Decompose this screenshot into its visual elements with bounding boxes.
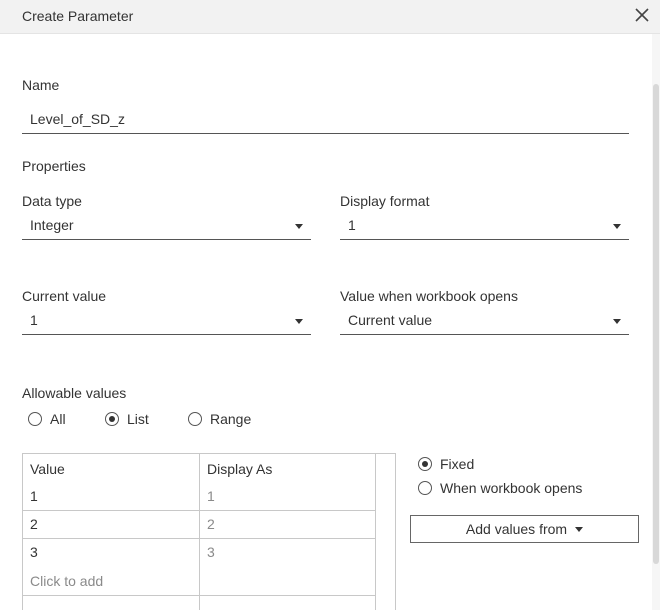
display-format-label: Display format: [340, 193, 430, 209]
radio-circle: [418, 481, 432, 495]
chevron-down-icon: [295, 319, 303, 324]
radio-circle-checked: [418, 457, 432, 471]
add-values-from-button[interactable]: Add values from: [410, 515, 639, 543]
name-input[interactable]: Level_of_SD_z: [22, 108, 629, 134]
data-type-label: Data type: [22, 193, 82, 209]
allowable-values-label: Allowable values: [22, 385, 127, 401]
current-value-label: Current value: [22, 288, 107, 304]
radio-when-workbook-opens-label: When workbook opens: [440, 480, 583, 496]
display-format-dropdown[interactable]: 1: [340, 214, 629, 240]
name-input-value: Level_of_SD_z: [30, 111, 125, 127]
close-icon[interactable]: [634, 7, 650, 23]
chevron-down-icon: [613, 319, 621, 324]
table-cell-value[interactable]: 2: [30, 516, 38, 532]
chevron-down-icon: [613, 224, 621, 229]
radio-circle-checked: [105, 412, 119, 426]
current-value-dropdown[interactable]: 1: [22, 309, 311, 335]
radio-circle: [28, 412, 42, 426]
table-cell-display[interactable]: 3: [207, 544, 215, 560]
row-divider: [23, 510, 376, 511]
properties-heading: Properties: [22, 158, 86, 174]
radio-all[interactable]: All: [28, 411, 66, 427]
dialog-title: Create Parameter: [22, 8, 134, 24]
radio-list[interactable]: List: [105, 411, 149, 427]
radio-fixed[interactable]: Fixed: [418, 456, 474, 472]
radio-all-label: All: [50, 411, 66, 427]
column-divider: [199, 454, 200, 610]
list-values-table: Value Display As 1 1 2 2 3 3 Click to ad…: [22, 453, 396, 610]
chevron-down-icon: [575, 526, 584, 532]
table-cell-display[interactable]: 1: [207, 488, 215, 504]
table-cell-value[interactable]: 3: [30, 544, 38, 560]
add-values-from-label: Add values from: [465, 521, 568, 537]
value-when-opens-label: Value when workbook opens: [340, 288, 518, 304]
radio-when-workbook-opens[interactable]: When workbook opens: [418, 480, 582, 496]
radio-range[interactable]: Range: [188, 411, 251, 427]
chevron-down-icon: [295, 224, 303, 229]
column-header-value[interactable]: Value: [30, 461, 65, 477]
row-divider: [23, 538, 376, 539]
radio-circle: [188, 412, 202, 426]
table-cell-display[interactable]: 2: [207, 516, 215, 532]
radio-range-label: Range: [210, 411, 252, 427]
column-header-display-as[interactable]: Display As: [207, 461, 272, 477]
current-value-value: 1: [30, 312, 38, 328]
scrollbar-thumb[interactable]: [653, 84, 659, 564]
vertical-scrollbar[interactable]: [652, 34, 660, 610]
row-divider: [23, 595, 376, 596]
radio-fixed-label: Fixed: [440, 456, 475, 472]
table-cell-value[interactable]: 1: [30, 488, 38, 504]
value-when-opens-value: Current value: [348, 312, 433, 328]
click-to-add-row[interactable]: Click to add: [30, 573, 103, 589]
dialog-titlebar: Create Parameter: [0, 0, 660, 34]
column-divider: [375, 454, 376, 610]
data-type-value: Integer: [30, 217, 74, 233]
radio-list-label: List: [127, 411, 149, 427]
name-label: Name: [22, 77, 60, 93]
value-when-opens-dropdown[interactable]: Current value: [340, 309, 629, 335]
data-type-dropdown[interactable]: Integer: [22, 214, 311, 240]
display-format-value: 1: [348, 217, 356, 233]
